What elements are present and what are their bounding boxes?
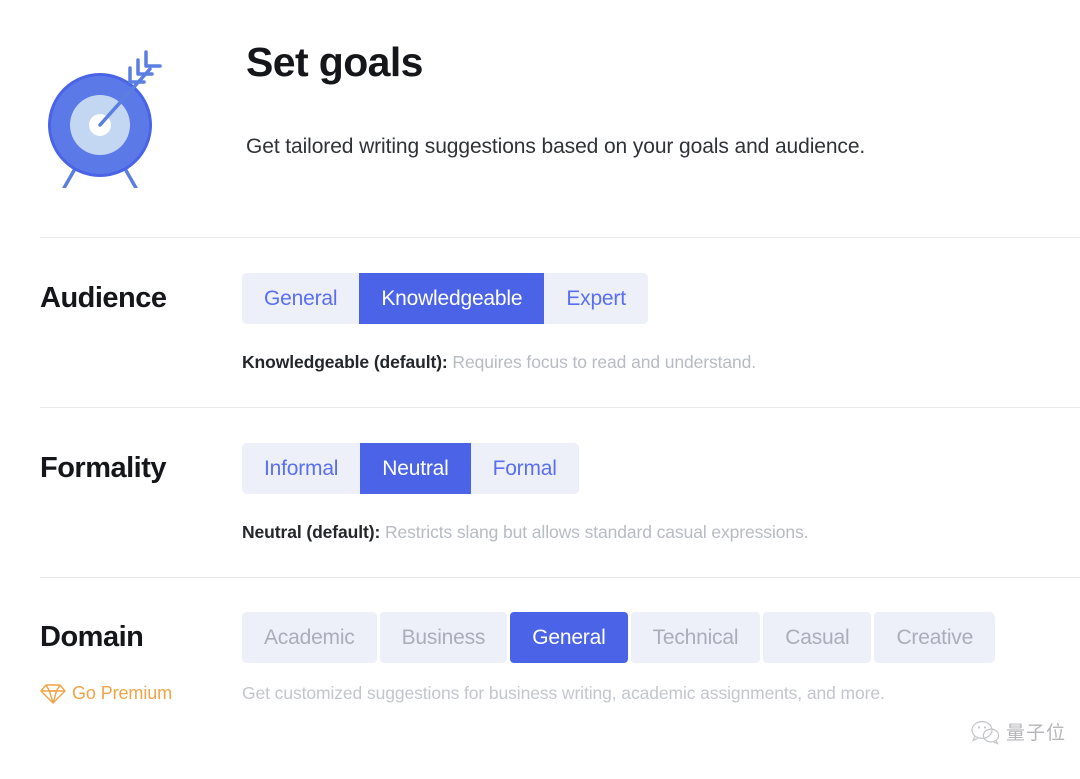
diamond-gem-icon [40,681,66,705]
domain-segmented-control[interactable]: Academic Business General Technical Casu… [242,612,996,663]
audience-segmented-control[interactable]: General Knowledgeable Expert [242,273,648,324]
set-goals-panel: Set goals Get tailored writing suggestio… [0,0,1080,779]
audience-description-strong: Knowledgeable (default): [242,352,448,372]
domain-label: Domain [40,621,144,653]
formality-description-strong: Neutral (default): [242,522,381,542]
audience-label: Audience [40,282,167,314]
setting-row-formality: Formality Informal Neutral Formal Neutra… [0,408,1080,543]
setting-row-domain: Domain Academic Business General Technic… [0,578,1080,663]
page-title: Set goals [246,39,423,85]
watermark-text: 量子位 [1005,722,1066,744]
audience-description: Knowledgeable (default): Requires focus … [242,324,1080,373]
domain-option-technical[interactable]: Technical [630,612,761,663]
premium-description: Get customized suggestions for business … [242,682,885,703]
setting-row-audience: Audience General Knowledgeable Expert Kn… [0,238,1080,373]
formality-label: Formality [40,452,167,484]
go-premium-label: Go Premium [72,682,173,703]
panel-header: Set goals Get tailored writing suggestio… [0,0,1080,190]
audience-option-knowledgeable[interactable]: Knowledgeable [359,273,545,324]
watermark: 量子位 [970,718,1066,745]
target-with-arrow-icon [42,38,164,190]
domain-option-academic[interactable]: Academic [242,612,377,663]
domain-option-general[interactable]: General [510,612,628,663]
audience-option-expert[interactable]: Expert [544,273,648,324]
formality-description-rest: Restricts slang but allows standard casu… [380,522,809,542]
formality-row-top: Formality Informal Neutral Formal [40,408,1080,494]
audience-option-general[interactable]: General [242,273,360,324]
audience-row-top: Audience General Knowledgeable Expert [40,238,1080,324]
formality-segmented-control[interactable]: Informal Neutral Formal [242,443,579,494]
wechat-icon [970,719,1000,745]
audience-description-rest: Requires focus to read and understand. [447,352,757,372]
domain-row-top: Domain Academic Business General Technic… [40,578,1080,663]
domain-option-creative[interactable]: Creative [874,612,996,663]
formality-option-informal[interactable]: Informal [242,443,361,494]
header-text-block: Set goals Get tailored writing suggestio… [246,34,865,161]
domain-option-casual[interactable]: Casual [763,612,872,663]
domain-option-business[interactable]: Business [379,612,508,663]
formality-option-formal[interactable]: Formal [470,443,579,494]
page-subtitle: Get tailored writing suggestions based o… [246,135,866,159]
formality-description: Neutral (default): Restricts slang but a… [242,494,1080,543]
premium-row: Go Premium Get customized suggestions fo… [0,663,1080,705]
formality-option-neutral[interactable]: Neutral [360,443,471,494]
go-premium-link[interactable]: Go Premium [40,681,242,705]
